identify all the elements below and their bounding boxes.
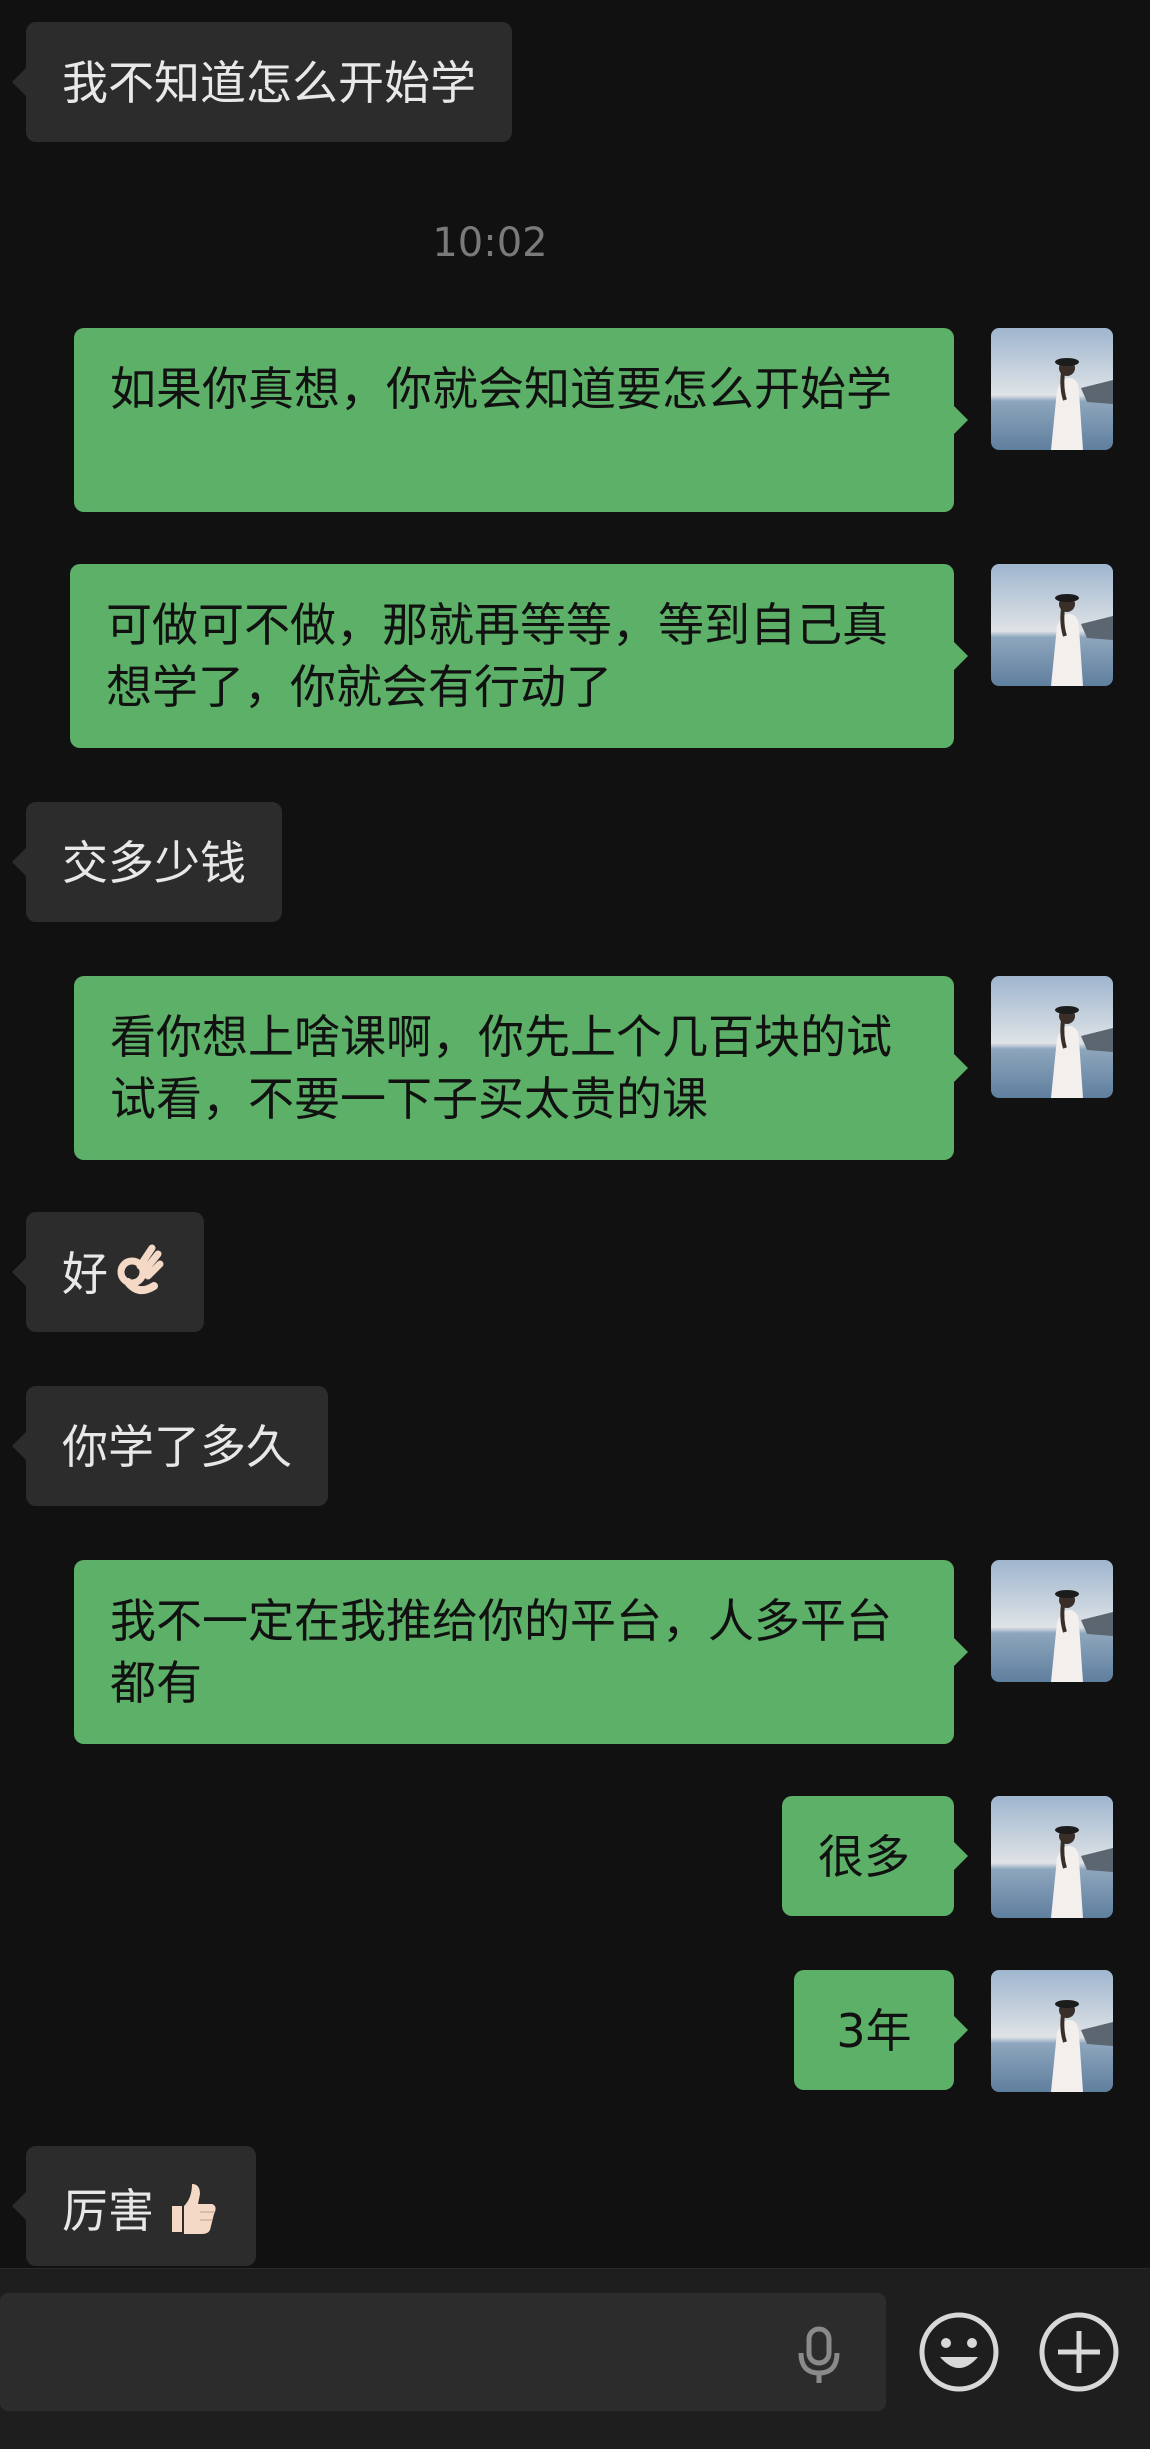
thumbs-up-emoji — [158, 2176, 220, 2253]
avatar[interactable] — [991, 1560, 1113, 1682]
message-input[interactable] — [0, 2293, 886, 2411]
message-bubble-incoming[interactable]: 厉害 — [12, 2146, 256, 2266]
message-bubble-incoming[interactable]: 交多少钱 — [12, 802, 282, 922]
message-text: 3年 — [836, 2004, 912, 2058]
message-bubble-incoming[interactable]: 我不知道怎么开始学 — [12, 22, 512, 142]
message-bubble-outgoing[interactable]: 很多 — [782, 1796, 968, 1916]
message-bubble-incoming[interactable]: 好 — [12, 1212, 204, 1332]
message-text: 交多少钱 — [62, 836, 246, 890]
emoji-face-icon[interactable] — [918, 2311, 1000, 2397]
message-bubble-outgoing[interactable]: 如果你真想，你就会知道要怎么开始学 — [74, 328, 968, 512]
avatar[interactable] — [991, 328, 1113, 450]
message-text: 好 — [62, 1247, 108, 1301]
message-text: 如果你真想，你就会知道要怎么开始学 — [110, 362, 892, 416]
ok-hand-emoji — [112, 1242, 168, 1313]
microphone-icon[interactable] — [796, 2325, 842, 2391]
message-text: 你学了多久 — [62, 1420, 292, 1474]
message-text: 我不知道怎么开始学 — [62, 56, 476, 110]
message-text: 厉害 — [62, 2184, 154, 2238]
message-bubble-incoming[interactable]: 你学了多久 — [12, 1386, 328, 1506]
avatar[interactable] — [991, 564, 1113, 686]
message-bubble-outgoing[interactable]: 我不一定在我推给你的平台，人多平台都有 — [74, 1560, 968, 1744]
message-bubble-outgoing[interactable]: 可做可不做，那就再等等，等到自己真想学了，你就会有行动了 — [70, 564, 968, 748]
message-text: 可做可不做，那就再等等，等到自己真想学了，你就会有行动了 — [106, 598, 888, 714]
message-text: 很多 — [818, 1830, 910, 1884]
avatar[interactable] — [991, 976, 1113, 1098]
avatar[interactable] — [991, 1970, 1113, 2092]
message-bubble-outgoing[interactable]: 3年 — [794, 1970, 968, 2090]
add-plus-icon[interactable] — [1038, 2311, 1120, 2397]
message-text: 我不一定在我推给你的平台，人多平台都有 — [110, 1594, 892, 1710]
input-bar — [0, 2268, 1150, 2449]
avatar[interactable] — [991, 1796, 1113, 1918]
message-bubble-outgoing[interactable]: 看你想上啥课啊，你先上个几百块的试试看，不要一下子买太贵的课 — [74, 976, 968, 1160]
timestamp: 10:02 — [432, 220, 548, 266]
message-text: 看你想上啥课啊，你先上个几百块的试试看，不要一下子买太贵的课 — [110, 1010, 892, 1126]
